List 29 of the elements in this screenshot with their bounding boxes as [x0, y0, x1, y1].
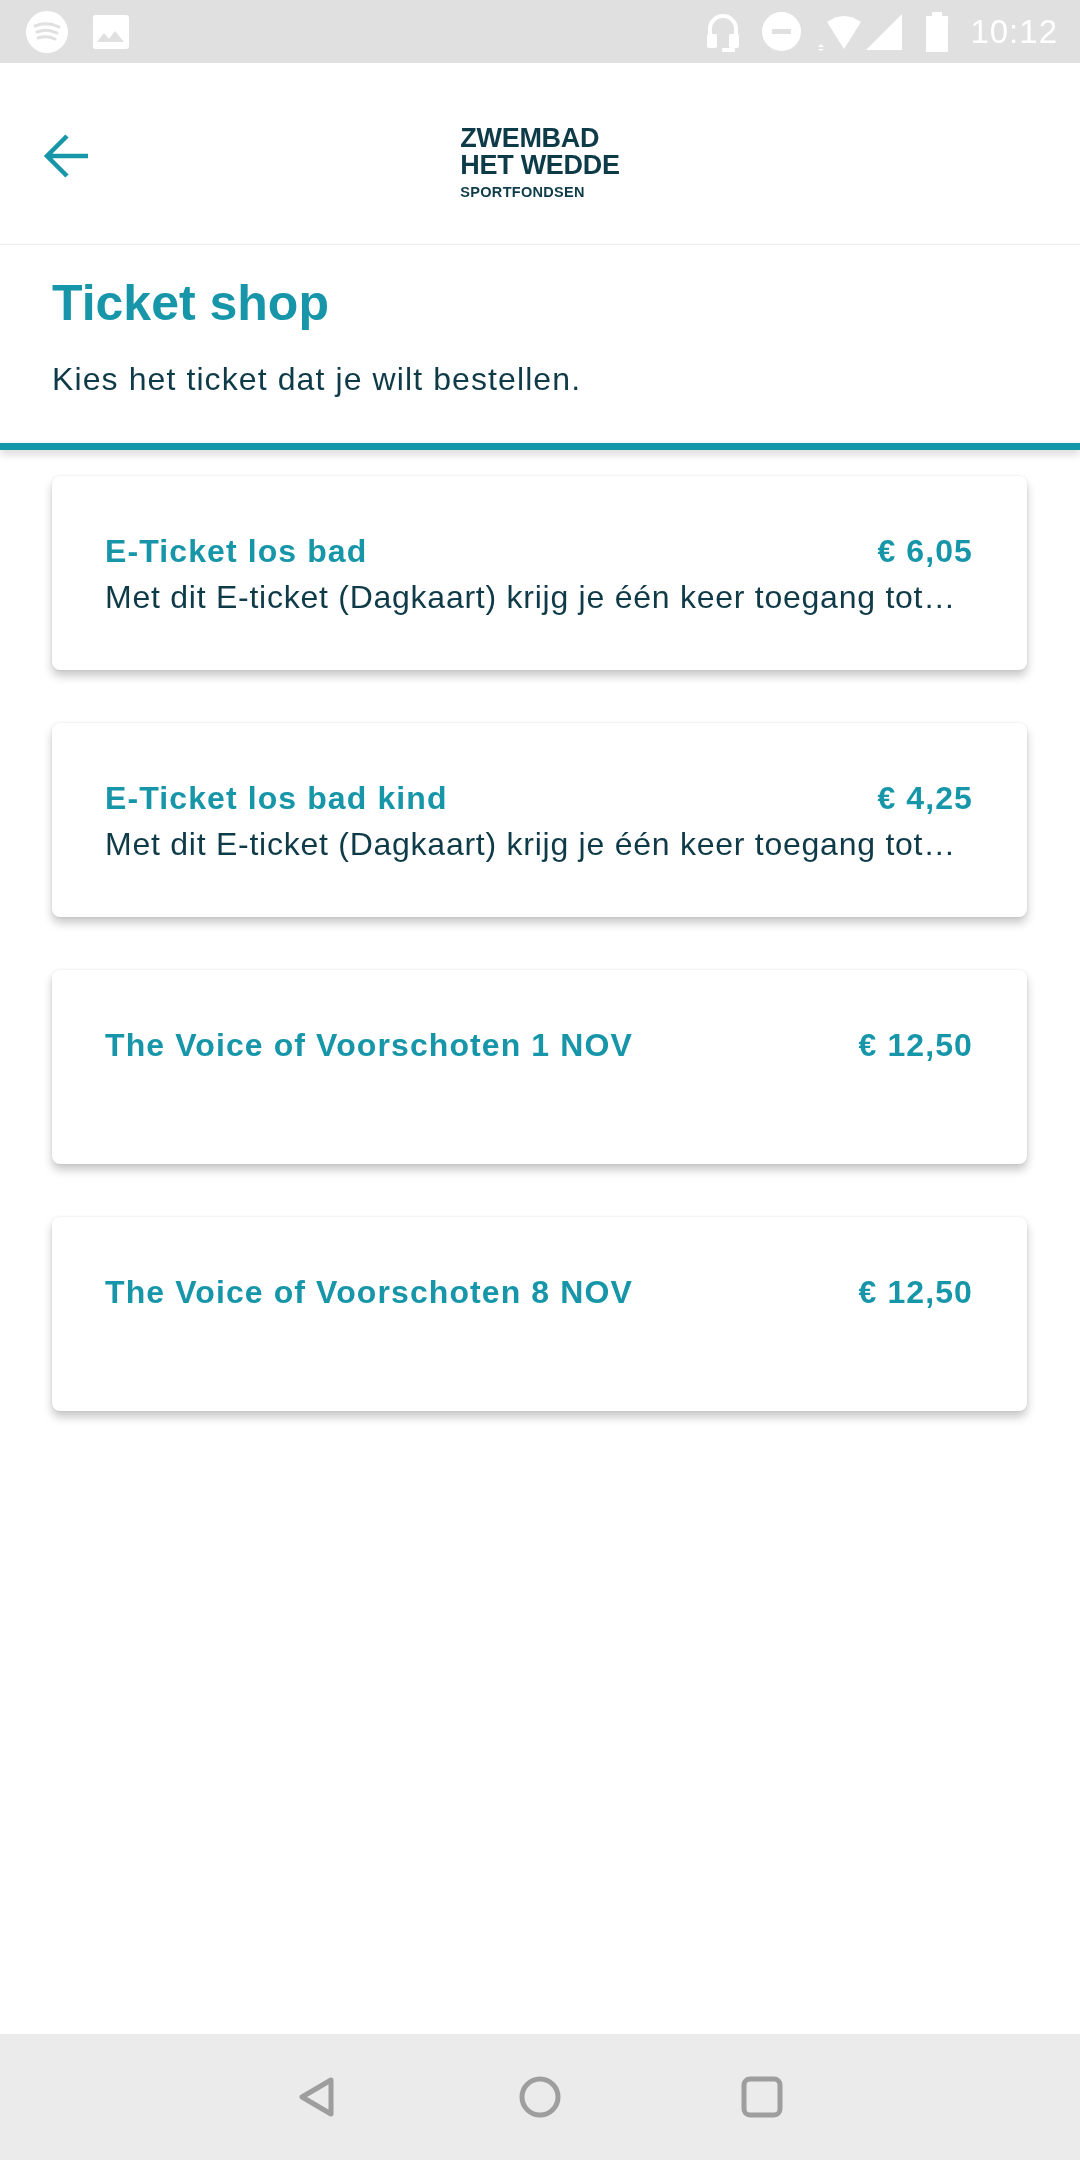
- page-title: Ticket shop: [52, 274, 330, 333]
- music-app-icon: [26, 10, 68, 53]
- ticket-name: The Voice of Voorschoten 1 NOV: [105, 1026, 633, 1065]
- image-icon: [93, 14, 129, 49]
- logo-tagline: SPORTFONDSEN: [460, 182, 585, 201]
- ticket-card[interactable]: E-Ticket los bad € 6,05 Met dit E-ticket (Dagkaart) krijg je één keer toegang tot…: [52, 476, 1027, 670]
- ticket-price: € 6,05: [877, 532, 973, 571]
- ticket-name: The Voice of Voorschoten 8 NOV: [105, 1273, 633, 1312]
- ticket-price: € 4,25: [877, 779, 973, 818]
- battery-icon: [926, 11, 949, 52]
- do-not-disturb-icon: [762, 12, 802, 51]
- headphones-icon: [706, 11, 741, 52]
- recents-button[interactable]: [741, 2076, 783, 2118]
- logo-text: HET WEDDE: [460, 151, 620, 179]
- circle-home-icon: [519, 2076, 561, 2118]
- ticket-card[interactable]: The Voice of Voorschoten 1 NOV € 12,50: [52, 970, 1027, 1164]
- ticket-name: E-Ticket los bad kind: [105, 779, 448, 818]
- ticket-card[interactable]: E-Ticket los bad kind € 4,25 Met dit E-ticket (Dagkaart) krijg je één keer toegang tot…: [52, 723, 1027, 917]
- ticket-description: Met dit E-ticket (Dagkaart) krijg je één keer toegang tot…: [105, 578, 957, 617]
- page-subtitle: Kies het ticket dat je wilt bestellen.: [52, 361, 583, 397]
- logo-text: ZWEMBAD: [460, 124, 600, 152]
- square-recents-icon: [741, 2076, 783, 2118]
- ticket-card[interactable]: The Voice of Voorschoten 8 NOV € 12,50: [52, 1217, 1027, 1411]
- signal-icon: [866, 13, 903, 50]
- ticket-price: € 12,50: [858, 1026, 973, 1065]
- ticket-name: E-Ticket los bad: [105, 532, 368, 571]
- ticket-price: € 12,50: [858, 1273, 973, 1312]
- home-button[interactable]: [519, 2076, 561, 2118]
- ticket-description: Met dit E-ticket (Dagkaart) krijg je één keer toegang tot…: [105, 825, 957, 864]
